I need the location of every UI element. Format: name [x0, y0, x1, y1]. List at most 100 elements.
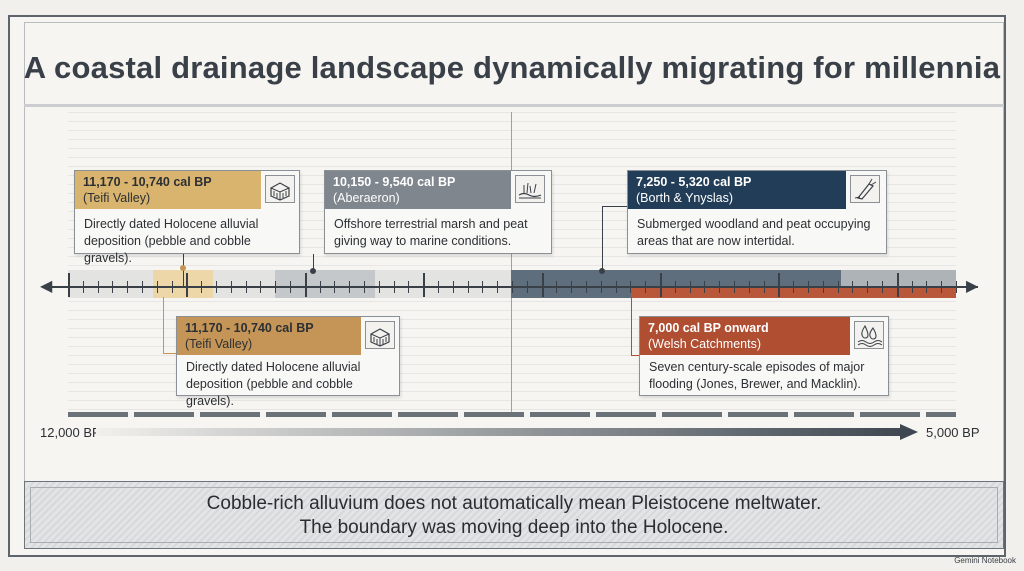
- timeline-scale-bar: [68, 412, 956, 417]
- axis-tick: [852, 281, 854, 293]
- axis-tick: [556, 281, 558, 293]
- gravel-icon: [265, 175, 295, 203]
- event-card-teifi-top: 11,170 - 10,740 cal BP (Teifi Valley) Di…: [74, 170, 300, 265]
- axis-tick: [364, 281, 365, 293]
- axis-tick: [926, 281, 928, 293]
- axis-arrow-right-icon: ▶: [966, 278, 979, 295]
- card-description-line: deposition (pebble and cobble gravels).: [84, 234, 251, 265]
- card-description-line: Seven century-scale episodes of major: [649, 360, 865, 374]
- axis-tick: [230, 281, 232, 293]
- brand-watermark: Gemini Notebook: [954, 556, 1016, 565]
- axis-tick: [260, 281, 262, 293]
- card-header: 7,000 cal BP onward (Welsh Catchments): [640, 317, 850, 355]
- axis-tick: [526, 281, 528, 293]
- axis-tick: [482, 281, 484, 293]
- card-description-line: Directly dated Holocene alluvial: [186, 360, 361, 374]
- axis-tick: [630, 281, 632, 293]
- axis-tick: [793, 281, 795, 293]
- card-header: 11,170 - 10,740 cal BP (Teifi Valley): [177, 317, 361, 355]
- axis-tick: [438, 281, 439, 293]
- connector-dot-borth: [599, 268, 605, 274]
- card-description-line: Offshore terrestrial marsh and peat: [334, 217, 528, 231]
- axis-tick: [822, 281, 824, 293]
- axis-tick: [245, 281, 247, 293]
- card-header: 7,250 - 5,320 cal BP (Borth & Ynyslas): [628, 171, 846, 209]
- card-date-range: 10,150 - 9,540 cal BP: [333, 175, 456, 189]
- axis-tick: [452, 281, 454, 293]
- axis-tick: [319, 281, 321, 293]
- timeline-midline: [511, 112, 512, 417]
- event-card-teifi-bottom: 11,170 - 10,740 cal BP (Teifi Valley) Di…: [176, 316, 400, 408]
- card-date-range: 11,170 - 10,740 cal BP: [185, 321, 314, 335]
- summary-line-1: Cobble-rich alluvium does not automatica…: [206, 493, 822, 514]
- card-description-line: deposition (pebble and cobble gravels).: [186, 377, 353, 408]
- tree-stump-icon: [850, 175, 880, 203]
- axis-tick: [734, 281, 735, 293]
- connector-dot-aberaeron: [310, 268, 316, 274]
- axis-tick: [467, 281, 469, 293]
- axis-tick: [378, 281, 380, 293]
- axis-tick: [748, 281, 750, 293]
- summary-box: Cobble-rich alluvium does not automatica…: [24, 481, 1004, 549]
- axis-tick: [867, 281, 869, 293]
- axis-tick: [541, 273, 544, 297]
- axis-tick: [615, 281, 617, 293]
- card-date-range: 7,250 - 5,320 cal BP: [636, 175, 752, 189]
- axis-tick: [660, 273, 662, 297]
- axis-tick: [956, 281, 957, 293]
- card-description-line: Submerged woodland and peat occupying: [637, 217, 871, 231]
- axis-tick: [586, 281, 587, 293]
- card-description-line: flooding (Jones, Brewer, and Macklin).: [649, 377, 861, 391]
- card-location: (Welsh Catchments): [648, 337, 761, 351]
- axis-tick: [275, 281, 277, 293]
- axis-tick: [127, 281, 129, 293]
- axis-tick: [201, 281, 203, 293]
- axis-tick: [719, 281, 721, 293]
- axis-tick: [408, 281, 410, 293]
- axis-arrow-left-icon: ◀: [40, 278, 53, 295]
- axis-tick: [808, 281, 809, 293]
- axis-tick: [645, 281, 647, 293]
- title-divider: [24, 104, 1004, 107]
- axis-tick: [334, 281, 336, 293]
- card-description-line: areas that are now intertidal.: [637, 234, 795, 248]
- axis-tick: [216, 281, 217, 293]
- axis-tick: [171, 281, 173, 293]
- card-location: (Aberaeron): [333, 191, 400, 205]
- axis-tick: [68, 273, 70, 297]
- card-date-range: 11,170 - 10,740 cal BP: [83, 175, 212, 189]
- axis-tick: [571, 281, 573, 293]
- card-header: 11,170 - 10,740 cal BP (Teifi Valley): [75, 171, 261, 209]
- axis-tick: [600, 281, 602, 293]
- gravel-icon: [365, 321, 395, 349]
- axis-tick: [911, 281, 913, 293]
- card-date-range: 7,000 cal BP onward: [648, 321, 769, 335]
- scale-end-label: 5,000 BP: [926, 425, 980, 440]
- connector-teifi-bottom-h: [163, 353, 176, 354]
- axis-tick: [704, 281, 706, 293]
- axis-tick: [512, 281, 513, 293]
- axis-tick: [290, 281, 291, 293]
- event-card-welsh-catchments: 7,000 cal BP onward (Welsh Catchments) S…: [639, 316, 889, 396]
- page-title: A coastal drainage landscape dynamically…: [23, 50, 1001, 85]
- axis-tick: [393, 281, 395, 293]
- flood-water-icon: [854, 321, 884, 349]
- axis-tick: [778, 273, 781, 297]
- card-header: 10,150 - 9,540 cal BP (Aberaeron): [325, 171, 511, 209]
- event-card-borth: 7,250 - 5,320 cal BP (Borth & Ynyslas) S…: [627, 170, 887, 254]
- axis-tick: [497, 281, 499, 293]
- axis-tick: [156, 281, 158, 293]
- connector-borth-h: [602, 206, 628, 207]
- axis-tick: [304, 273, 307, 297]
- axis-tick: [112, 281, 114, 293]
- axis-tick: [896, 273, 899, 297]
- axis-tick: [882, 281, 883, 293]
- axis-tick: [82, 281, 84, 293]
- axis-tick: [142, 281, 143, 293]
- connector-borth: [602, 206, 603, 272]
- connector-welsh: [631, 297, 632, 355]
- summary-line-2: The boundary was moving deep into the Ho…: [299, 517, 729, 538]
- connector-welsh-h: [631, 355, 639, 356]
- card-description-line: giving way to marine conditions.: [334, 234, 512, 248]
- axis-tick: [423, 273, 426, 297]
